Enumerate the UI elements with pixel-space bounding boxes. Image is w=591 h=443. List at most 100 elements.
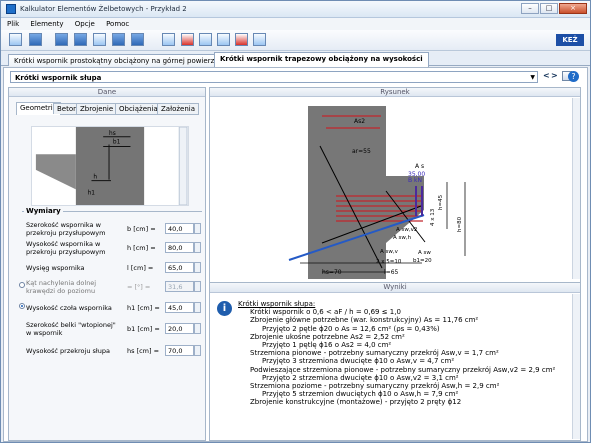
new-document-icon[interactable] — [9, 33, 22, 46]
next-button[interactable]: > — [551, 71, 558, 80]
diagram-scrollbar[interactable] — [178, 127, 188, 205]
face-height-radio[interactable] — [19, 303, 25, 309]
results-text: Krótki wspornik słupa: Krótki wspornik o… — [238, 300, 568, 407]
label-spacing: 2 x 5=10 — [376, 259, 402, 265]
angle-input[interactable]: 31,6 — [165, 281, 194, 292]
input-row-projection: Wysięg wspornika l [cm] = 65,0 — [26, 260, 201, 278]
angle-radio[interactable] — [19, 282, 25, 288]
menu-options[interactable]: Opcje — [75, 20, 95, 28]
save-icon[interactable] — [55, 33, 68, 46]
results-header: Wyniki — [210, 283, 580, 293]
selected-element: Krótki wspornik słupa — [15, 74, 102, 82]
face-height-unit: h1 [cm] = — [127, 304, 160, 312]
drawing-panel: Rysunek As2 ar=55 A s 35,00 B kN A sw,v2… — [209, 87, 581, 441]
help-circle-icon[interactable]: ? — [568, 71, 579, 82]
open-folder-icon[interactable] — [29, 33, 42, 46]
beam-width-spinner[interactable] — [194, 323, 201, 334]
angle-unit: = [°] = — [127, 283, 151, 291]
angle-label: Kąt nachylenia dolnej krawędzi do poziom… — [26, 279, 97, 295]
input-row-column-height: Wysokość przekroju słupa hs [cm] = 70,0 — [26, 343, 201, 361]
column-height-input[interactable]: 70,0 — [165, 345, 194, 356]
result-line: Podwieszające strzemiona pionowe - potrz… — [250, 365, 556, 374]
corbel-shape — [35, 154, 76, 190]
face-height-label: Wysokość czoła wspornika — [26, 304, 112, 312]
column-height-label: Wysokość przekroju słupa — [26, 347, 110, 355]
table-icon[interactable] — [162, 33, 175, 46]
reinforcement-drawing: As2 ar=55 A s 35,00 B kN A sw,v2 A sw,h … — [210, 98, 580, 279]
result-line: Zbrojenie konstrukcyjne (montażowe) - pr… — [250, 398, 462, 407]
brand-logo: KEŻ — [556, 34, 584, 46]
maximize-button[interactable]: □ — [540, 3, 558, 14]
info-icon[interactable] — [131, 33, 144, 46]
dimension-label-b1: b1 — [113, 140, 121, 146]
angle-spinner[interactable] — [194, 281, 201, 292]
face-height-spinner[interactable] — [194, 302, 201, 313]
result-line: Zbrojenie ukośne potrzebne As2 = 2,52 cm… — [250, 332, 405, 341]
tab-assumptions[interactable]: Założenia — [157, 103, 200, 114]
menu-file[interactable]: Plik — [7, 20, 19, 28]
result-line: Krótki wspornik o 0,6 < aF / h = 0,69 ≤ … — [250, 308, 401, 317]
label-h1: h=45 — [438, 194, 444, 210]
copy-icon[interactable] — [253, 33, 266, 46]
move-down-icon[interactable] — [217, 33, 230, 46]
close-button[interactable]: × — [559, 3, 587, 14]
drawing-scrollbar[interactable] — [572, 98, 580, 279]
info-icon: i — [217, 301, 232, 316]
projection-input[interactable]: 65,0 — [165, 262, 194, 273]
label-as: A s — [415, 163, 424, 170]
chevron-down-icon: ▼ — [530, 74, 535, 81]
label-b1: b1=20 — [413, 258, 432, 264]
tab-reinforcement[interactable]: Zbrojenie — [76, 103, 118, 114]
tab-short-trapezoidal-corbel[interactable]: Krótki wspornik trapezowy obciążony na w… — [214, 52, 429, 67]
print-icon[interactable] — [74, 33, 87, 46]
tab-short-rectangular-corbel[interactable]: Krótki wspornik prostokątny obciążony na… — [8, 54, 235, 66]
label-h: h=80 — [457, 216, 463, 232]
input-panel: Dane Geometria Beton Zbrojenie Obciążeni… — [8, 87, 206, 441]
beam-width-input[interactable]: 20,0 — [165, 323, 194, 334]
column-height-unit: hs [cm] = — [127, 347, 160, 355]
result-line: Przyjęto 1 pętlę ϕ16 o As2 = 4,0 cm² — [262, 341, 392, 350]
main-content: Krótki wspornik słupa ▼ < > ? Dane Geome… — [3, 67, 588, 442]
menu-elements[interactable]: Elementy — [30, 20, 63, 28]
result-line: Przyjęto 3 strzemiona dwucięte ϕ10 o Asw… — [262, 357, 455, 366]
face-height-input[interactable]: 45,0 — [165, 302, 194, 313]
element-selector[interactable]: Krótki wspornik słupa ▼ — [10, 71, 538, 83]
calculator-icon[interactable] — [93, 33, 106, 46]
height-input[interactable]: 80,0 — [165, 242, 194, 253]
width-unit: b [cm] = — [127, 225, 156, 233]
height-spinner[interactable] — [194, 242, 201, 253]
menu-help[interactable]: Pomoc — [106, 20, 129, 28]
help-icon[interactable] — [112, 33, 125, 46]
result-line: Przyjęto 2 pętle ϕ20 o As = 12,6 cm² (ρs… — [262, 324, 440, 333]
result-line: Strzemiona poziome - potrzebny sumaryczn… — [250, 382, 500, 391]
label-ar: ar=55 — [352, 148, 371, 155]
result-line: Przyjęto 5 strzemion dwuciętych ϕ10 o As… — [262, 390, 459, 399]
minimize-button[interactable]: – — [521, 3, 539, 14]
label-as2: As2 — [354, 118, 365, 125]
tab-loads[interactable]: Obciążenia — [115, 103, 162, 114]
projection-label: Wysięg wspornika — [26, 264, 85, 272]
label-vertical-spacing: 4 x 13 — [430, 208, 436, 226]
label-asw-h: A sw,h — [393, 235, 412, 241]
delete-icon[interactable] — [235, 33, 248, 46]
add-icon[interactable] — [181, 33, 194, 46]
column-height-spinner[interactable] — [194, 345, 201, 356]
previous-button[interactable]: < — [543, 71, 550, 80]
move-up-icon[interactable] — [199, 33, 212, 46]
toolbar: KEŻ — [1, 30, 590, 51]
title-bar: Kalkulator Elementów Żelbetowych - Przyk… — [1, 1, 590, 18]
projection-spinner[interactable] — [194, 262, 201, 273]
width-input[interactable]: 40,0 — [165, 223, 194, 234]
label-asw: A sw — [418, 250, 431, 256]
input-row-width: Szerokość wspornika w przekroju przysłup… — [26, 221, 201, 239]
height-unit: h [cm] = — [127, 244, 156, 252]
menu-bar: Plik Elementy Opcje Pomoc — [1, 18, 590, 30]
input-panel-header: Dane — [9, 88, 205, 97]
label-l: l=65 — [384, 269, 399, 276]
app-icon — [6, 4, 16, 14]
label-hs: hs=70 — [322, 269, 342, 276]
input-row-angle: Kąt nachylenia dolnej krawędzi do poziom… — [19, 279, 201, 297]
width-spinner[interactable] — [194, 223, 201, 234]
height-label: Wysokość wspornika w przekroju przysłupo… — [26, 240, 106, 256]
results-scrollbar[interactable] — [572, 294, 580, 439]
